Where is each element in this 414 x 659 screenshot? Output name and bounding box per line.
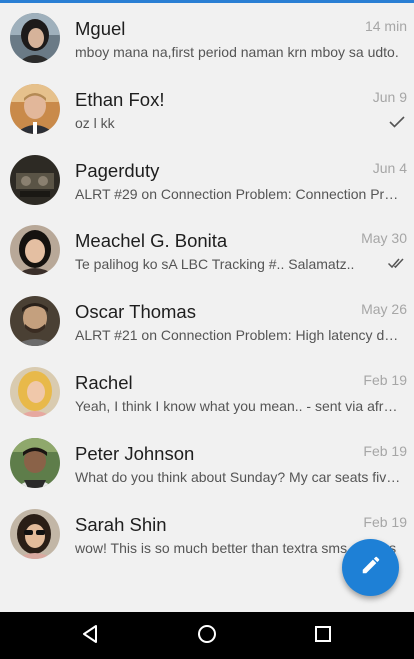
message-preview: Te palihog ko sA LBC Tracking #.. Salama… (75, 256, 355, 273)
message-time: May 30 (361, 230, 407, 247)
avatar[interactable] (10, 13, 60, 63)
message-time: Jun 4 (372, 159, 407, 176)
sent-check-icon (388, 114, 406, 130)
conversation-row[interactable]: Ethan Fox! Jun 9 oz l kk (0, 74, 414, 145)
message-preview: ALRT #29 on Connection Problem: Connecti… (75, 185, 401, 202)
home-circle-icon (196, 623, 218, 650)
contact-name: Pagerduty (75, 159, 160, 181)
back-triangle-icon (81, 624, 101, 649)
conversation-row[interactable]: Meachel G. Bonita May 30 Te palihog ko s… (0, 215, 414, 286)
message-time: Feb 19 (363, 371, 407, 388)
avatar[interactable] (10, 437, 60, 488)
contact-name: Oscar Thomas (75, 301, 196, 323)
message-time: 14 min (364, 18, 407, 34)
message-preview: oz l kk (75, 114, 115, 131)
contact-name: Peter Johnson (75, 442, 195, 464)
avatar[interactable] (10, 83, 60, 134)
avatar[interactable] (10, 366, 60, 417)
contact-name: Mguel (75, 18, 126, 39)
contact-name: Rachel (75, 371, 133, 393)
conversation-row[interactable]: Oscar Thomas May 26 ALRT #21 on Connecti… (0, 286, 414, 357)
avatar[interactable] (10, 154, 60, 205)
conversation-row[interactable]: Pagerduty Jun 4 ALRT #29 on Connection P… (0, 145, 414, 216)
message-preview: What do you think about Sunday? My car s… (75, 468, 401, 485)
message-preview: mboy mana na,first period naman krn mboy… (75, 44, 399, 60)
message-preview: ALRT #21 on Connection Problem: High lat… (75, 327, 401, 344)
recents-square-icon (313, 624, 333, 649)
conversation-row[interactable]: Mguel 14 min mboy mana na,first period n… (0, 3, 414, 74)
avatar[interactable] (10, 296, 60, 347)
recents-button[interactable] (309, 622, 337, 650)
delivered-double-check-icon (387, 255, 406, 271)
back-button[interactable] (77, 622, 105, 650)
messaging-screen: Mguel 14 min mboy mana na,first period n… (0, 0, 414, 659)
contact-name: Meachel G. Bonita (75, 230, 228, 252)
system-navigation-bar (0, 612, 414, 659)
contact-name: Ethan Fox! (75, 88, 165, 110)
message-time: Feb 19 (363, 513, 407, 530)
message-time: Feb 19 (363, 442, 407, 459)
compose-button[interactable] (342, 539, 399, 596)
conversation-row[interactable]: Rachel Feb 19 Yeah, I think I know what … (0, 357, 414, 428)
avatar[interactable] (10, 508, 60, 559)
pencil-icon (360, 554, 382, 581)
home-button[interactable] (193, 622, 221, 650)
message-time: May 26 (361, 301, 407, 318)
avatar[interactable] (10, 225, 60, 276)
conversation-row[interactable]: Peter Johnson Feb 19 What do you think a… (0, 428, 414, 499)
conversation-list[interactable]: Mguel 14 min mboy mana na,first period n… (0, 3, 414, 569)
message-preview: Yeah, I think I know what you mean.. - s… (75, 397, 401, 414)
message-time: Jun 9 (372, 88, 407, 105)
contact-name: Sarah Shin (75, 513, 167, 535)
